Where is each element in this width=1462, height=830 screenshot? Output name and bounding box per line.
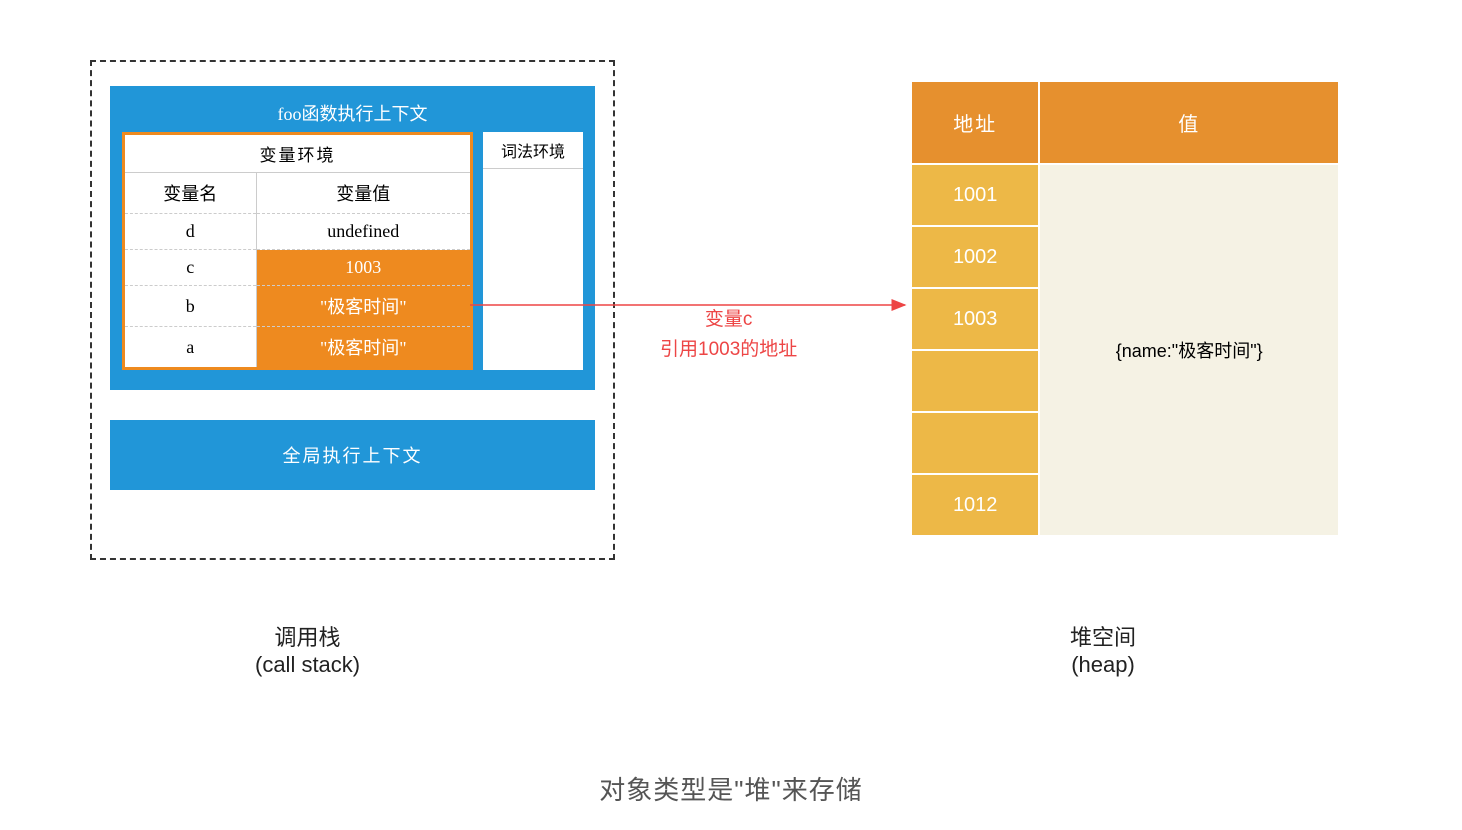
heap-table: 地址 值 1001 {name:"极客时间"} 1002 1003 1012 — [910, 80, 1340, 537]
var-table-row: b "极客时间" — [125, 286, 470, 327]
var-name-cell: c — [125, 250, 256, 286]
heap-addr-cell: 1012 — [911, 474, 1039, 536]
heap-container: 地址 值 1001 {name:"极客时间"} 1002 1003 1012 — [910, 80, 1340, 537]
heap-addr-cell — [911, 350, 1039, 412]
var-env-header: 变量环境 — [125, 135, 470, 173]
heap-addr-cell: 1003 — [911, 288, 1039, 350]
var-table-row: a "极客时间" — [125, 327, 470, 368]
var-value-cell-highlighted: "极客时间" — [256, 327, 470, 368]
call-stack-caption-line2: (call stack) — [255, 652, 360, 678]
col-name-header: 变量名 — [125, 173, 256, 214]
heap-header-addr: 地址 — [911, 81, 1039, 164]
heap-addr-cell — [911, 412, 1039, 474]
arrow-label: 变量c 引用1003的地址 — [660, 305, 797, 366]
heap-value-cell: {name:"极客时间"} — [1039, 164, 1339, 536]
variable-table: 变量名 变量值 d undefined c 1003 b "极客时间" — [125, 173, 470, 367]
heap-caption: 堆空间 (heap) — [1070, 620, 1136, 678]
heap-addr-cell: 1001 — [911, 164, 1039, 226]
col-value-header: 变量值 — [256, 173, 470, 214]
foo-context-title: foo函数执行上下文 — [122, 94, 583, 132]
environment-row: 变量环境 变量名 变量值 d undefined c 1003 — [122, 132, 583, 370]
var-name-cell: b — [125, 286, 256, 327]
var-value-cell: undefined — [256, 214, 470, 250]
bottom-caption: 对象类型是"堆"来存储 — [0, 770, 1462, 807]
var-name-cell: d — [125, 214, 256, 250]
call-stack-caption-line1: 调用栈 — [255, 620, 360, 652]
lex-env-title: 词法环境 — [483, 132, 583, 169]
var-table-row: c 1003 — [125, 250, 470, 286]
heap-addr-cell: 1002 — [911, 226, 1039, 288]
var-value-cell-highlighted: "极客时间" — [256, 286, 470, 327]
variable-environment: 变量环境 变量名 变量值 d undefined c 1003 — [122, 132, 473, 370]
arrow-label-line1: 变量c — [660, 305, 797, 335]
var-value-cell-highlighted: 1003 — [256, 250, 470, 286]
lexical-environment: 词法环境 — [483, 132, 583, 370]
var-table-row: d undefined — [125, 214, 470, 250]
var-table-header-row: 变量名 变量值 — [125, 173, 470, 214]
call-stack-caption: 调用栈 (call stack) — [255, 620, 360, 678]
heap-header-val: 值 — [1039, 81, 1339, 164]
call-stack-container: foo函数执行上下文 变量环境 变量名 变量值 d undefined c 10… — [90, 60, 615, 560]
arrow-label-line2: 引用1003的地址 — [660, 335, 797, 365]
heap-row: 1001 {name:"极客时间"} — [911, 164, 1339, 226]
heap-caption-line1: 堆空间 — [1070, 620, 1136, 652]
heap-caption-line2: (heap) — [1070, 652, 1136, 678]
heap-header-row: 地址 值 — [911, 81, 1339, 164]
foo-execution-context: foo函数执行上下文 变量环境 变量名 变量值 d undefined c 10… — [110, 86, 595, 390]
global-execution-context: 全局执行上下文 — [110, 420, 595, 490]
var-name-cell: a — [125, 327, 256, 368]
